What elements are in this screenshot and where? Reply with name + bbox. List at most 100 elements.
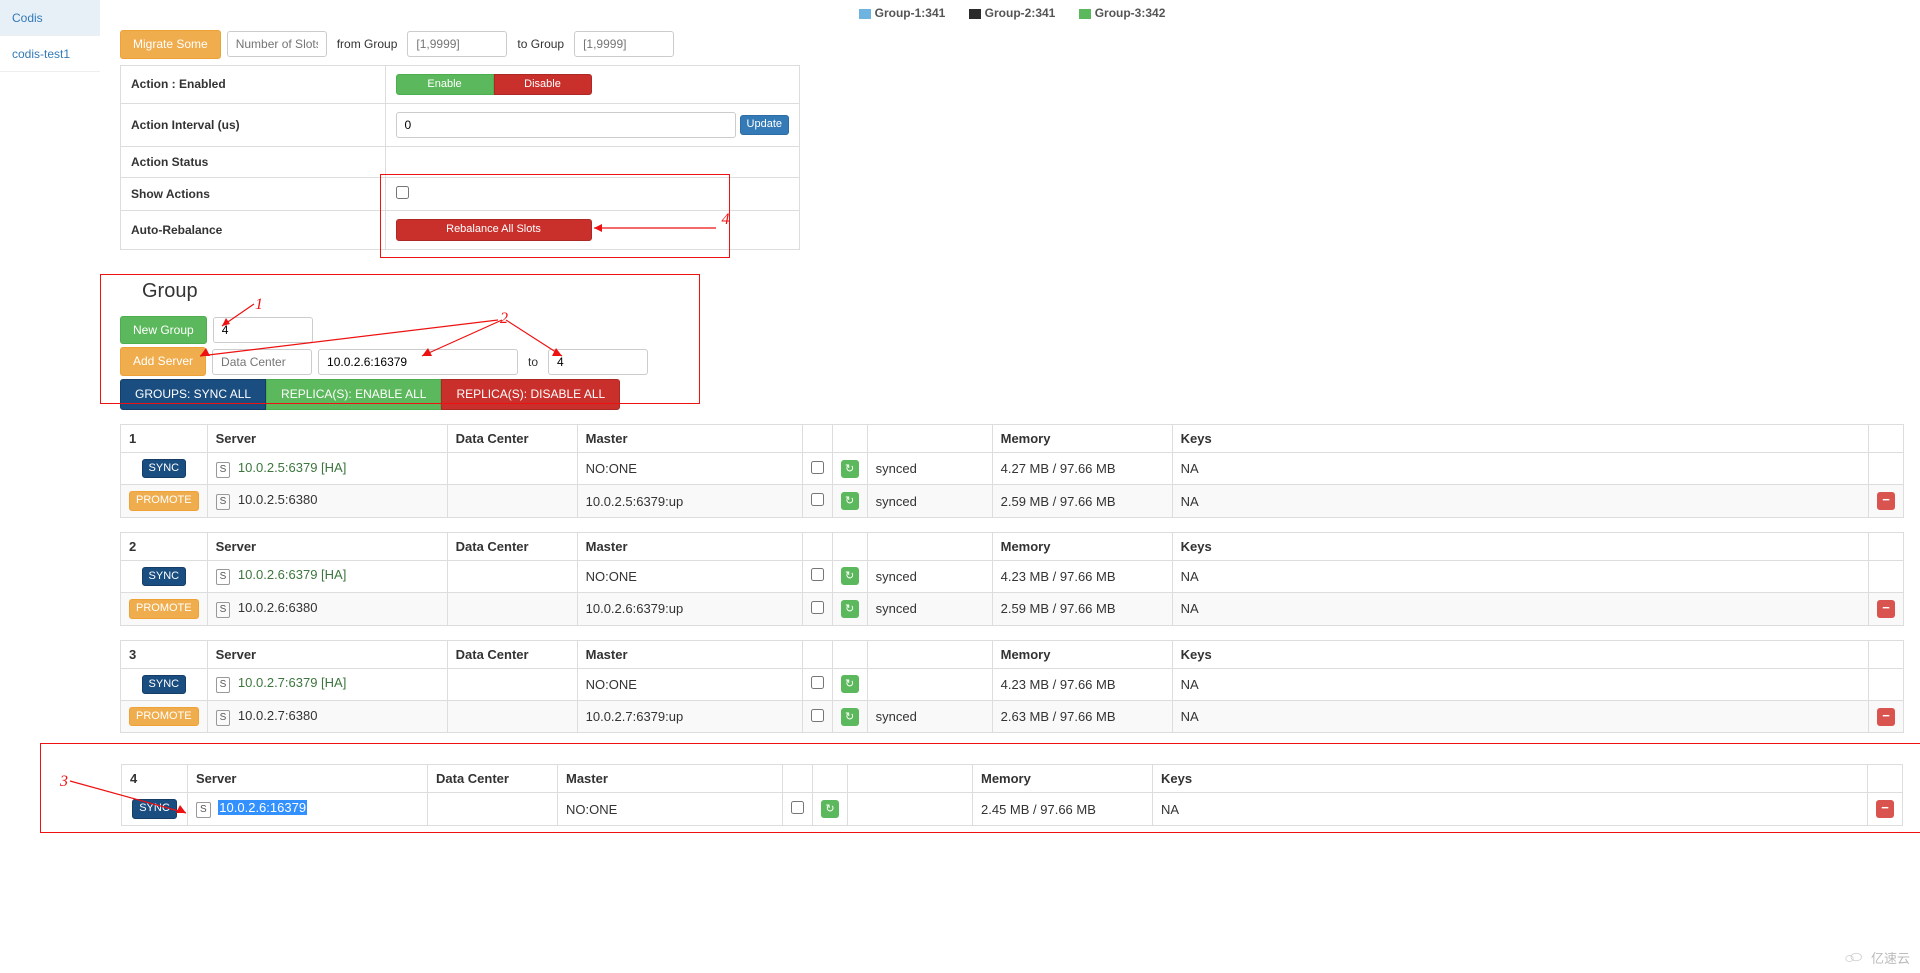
refresh-icon[interactable]: ↻ <box>841 460 859 478</box>
sync-status: synced <box>867 593 992 625</box>
update-button[interactable]: Update <box>740 115 789 134</box>
add-server-button[interactable]: Add Server <box>120 347 206 376</box>
replicas-disable-all-button[interactable]: REPLICA(S): DISABLE ALL <box>441 379 620 410</box>
row-checkbox[interactable] <box>811 493 824 506</box>
promote-button[interactable]: PROMOTE <box>129 707 199 726</box>
action-interval-input[interactable] <box>396 112 736 138</box>
sidebar-item-codis-test1[interactable]: codis-test1 <box>0 36 100 72</box>
memory-cell: 2.45 MB / 97.66 MB <box>973 793 1153 825</box>
remove-server-button[interactable]: − <box>1877 600 1895 618</box>
sync-button[interactable]: SYNC <box>142 567 187 586</box>
server-header: Server <box>207 424 447 452</box>
row-checkbox[interactable] <box>811 568 824 581</box>
migrate-slots-input[interactable] <box>227 31 327 57</box>
sidebar: Codis codis-test1 <box>0 0 100 863</box>
sync-button[interactable]: SYNC <box>142 459 187 478</box>
remove-server-button[interactable]: − <box>1876 800 1894 818</box>
group-id-header: 2 <box>121 532 208 560</box>
refresh-icon[interactable]: ↻ <box>841 600 859 618</box>
keys-cell: NA <box>1172 560 1868 592</box>
refresh-icon[interactable]: ↻ <box>841 567 859 585</box>
keys-cell: NA <box>1172 452 1868 484</box>
sync-button[interactable]: SYNC <box>132 799 177 818</box>
new-group-id-input[interactable] <box>213 317 313 343</box>
server-header: Server <box>207 640 447 668</box>
promote-button[interactable]: PROMOTE <box>129 599 199 618</box>
sync-button[interactable]: SYNC <box>142 675 187 694</box>
dc-header: Data Center <box>447 424 577 452</box>
new-group-button[interactable]: New Group <box>120 316 207 345</box>
row-checkbox[interactable] <box>811 601 824 614</box>
server-addr: 10.0.2.6:6379 [HA] <box>238 567 346 582</box>
keys-cell: NA <box>1172 485 1868 517</box>
chk-header <box>783 765 813 793</box>
data-center-input[interactable] <box>212 349 312 375</box>
rebalance-all-button[interactable]: Rebalance All Slots <box>396 219 592 240</box>
dc-cell <box>428 793 558 825</box>
sync-header <box>867 532 992 560</box>
sync-status: synced <box>867 700 992 732</box>
row-checkbox[interactable] <box>811 461 824 474</box>
refresh-icon[interactable]: ↻ <box>841 675 859 693</box>
ref-header <box>813 765 848 793</box>
master-cell: 10.0.2.5:6379:up <box>577 485 802 517</box>
server-addr: 10.0.2.7:6380 <box>238 708 318 723</box>
groups-sync-all-button[interactable]: GROUPS: SYNC ALL <box>120 379 266 410</box>
master-cell: 10.0.2.7:6379:up <box>577 700 802 732</box>
row-checkbox[interactable] <box>791 801 804 814</box>
action-table: Action : Enabled Enable Disable Action I… <box>120 65 800 250</box>
promote-button[interactable]: PROMOTE <box>129 491 199 510</box>
row-checkbox[interactable] <box>811 676 824 689</box>
keys-header: Keys <box>1172 640 1868 668</box>
main-content: Group-1:341 Group-2:341 Group-3:342 Migr… <box>100 0 1920 863</box>
watermark: 亿速云 <box>1845 948 1910 967</box>
memory-header: Memory <box>992 532 1172 560</box>
sync-header <box>848 765 973 793</box>
enable-button[interactable]: Enable <box>396 74 494 95</box>
group-table-3: 3ServerData CenterMasterMemoryKeysSYNCS … <box>120 640 1904 734</box>
migrate-some-button[interactable]: Migrate Some <box>120 30 221 59</box>
remove-server-button[interactable]: − <box>1877 492 1895 510</box>
keys-header: Keys <box>1153 765 1868 793</box>
remove-server-button[interactable]: − <box>1877 708 1895 726</box>
ref-header <box>832 532 867 560</box>
from-group-label: from Group <box>333 37 402 51</box>
row-checkbox[interactable] <box>811 709 824 722</box>
dc-header: Data Center <box>447 532 577 560</box>
table-row: SYNCS 10.0.2.7:6379 [HA]NO:ONE↻4.23 MB /… <box>121 668 1904 700</box>
table-row: SYNCS 10.0.2.6:16379NO:ONE↻2.45 MB / 97.… <box>122 793 1903 825</box>
dc-header: Data Center <box>428 765 558 793</box>
table-row: PROMOTES 10.0.2.6:638010.0.2.6:6379:up↻s… <box>121 593 1904 625</box>
dc-cell <box>447 700 577 732</box>
master-cell: NO:ONE <box>558 793 783 825</box>
refresh-icon[interactable]: ↻ <box>841 492 859 510</box>
swatch-icon <box>969 9 981 19</box>
replicas-enable-all-button[interactable]: REPLICA(S): ENABLE ALL <box>266 379 441 410</box>
sync-status: synced <box>867 485 992 517</box>
refresh-icon[interactable]: ↻ <box>841 708 859 726</box>
migrate-to-input[interactable] <box>574 31 674 57</box>
memory-header: Memory <box>992 424 1172 452</box>
to-label: to <box>524 355 542 369</box>
del-header <box>1869 640 1904 668</box>
sync-status: synced <box>867 560 992 592</box>
to-group-input[interactable] <box>548 349 648 375</box>
sync-header <box>867 424 992 452</box>
server-addr-input[interactable] <box>318 349 518 375</box>
sync-status: synced <box>867 452 992 484</box>
show-actions-checkbox[interactable] <box>396 186 409 199</box>
sidebar-item-codis[interactable]: Codis <box>0 0 100 36</box>
server-badge: S <box>216 494 231 510</box>
to-group-label: to Group <box>513 37 568 51</box>
master-header: Master <box>577 532 802 560</box>
server-addr: 10.0.2.6:16379 <box>218 800 307 815</box>
keys-cell: NA <box>1172 668 1868 700</box>
disable-button[interactable]: Disable <box>494 74 592 95</box>
chk-header <box>802 640 832 668</box>
refresh-icon[interactable]: ↻ <box>821 800 839 818</box>
server-header: Server <box>188 765 428 793</box>
memory-cell: 2.59 MB / 97.66 MB <box>992 485 1172 517</box>
master-cell: NO:ONE <box>577 452 802 484</box>
migrate-from-input[interactable] <box>407 31 507 57</box>
server-addr: 10.0.2.5:6379 [HA] <box>238 460 346 475</box>
